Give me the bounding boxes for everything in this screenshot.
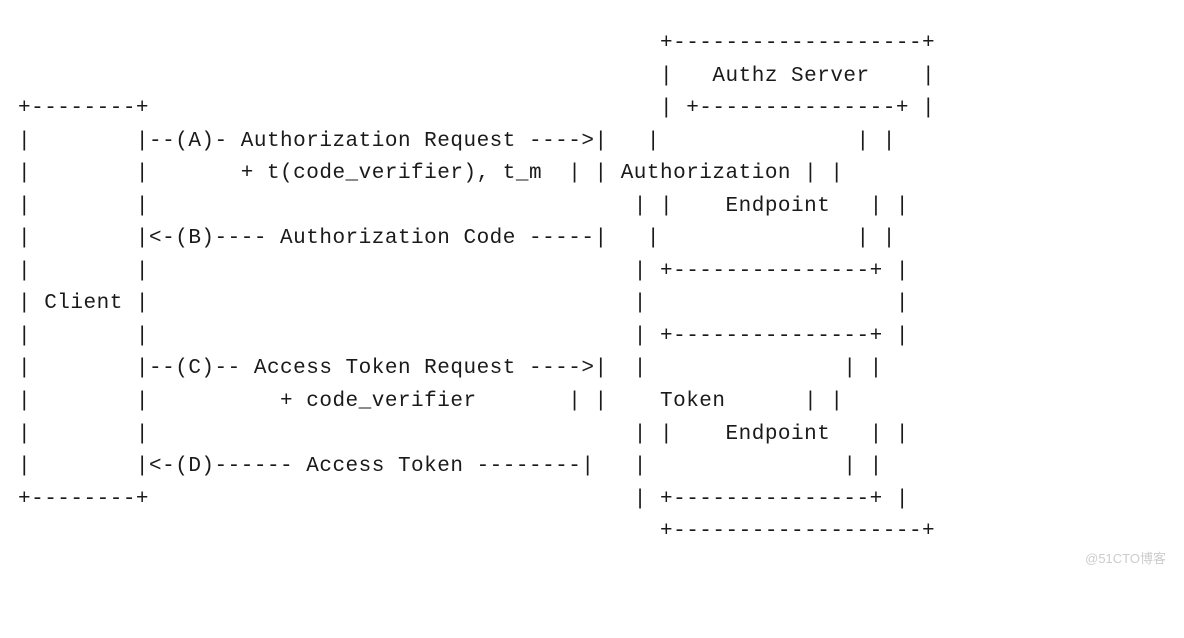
diagram-line: | |<-(D)------ Access Token --------| | … <box>18 455 883 478</box>
diagram-line: +-------------------+ <box>18 520 935 543</box>
diagram-line: | | | | Endpoint | | <box>18 195 909 218</box>
diagram-line: | | | +---------------+ | <box>18 325 909 348</box>
diagram-line: +--------+ | +---------------+ | <box>18 488 909 511</box>
diagram-line: | | + code_verifier | | Token | | <box>18 390 843 413</box>
diagram-line: +--------+ | +---------------+ | <box>18 97 935 120</box>
diagram-line: | | | +---------------+ | <box>18 260 909 283</box>
watermark-text: @51CTO博客 <box>1085 549 1166 569</box>
diagram-line: | | + t(code_verifier), t_m | | Authoriz… <box>18 162 843 185</box>
diagram-line: | Client | | | <box>18 292 909 315</box>
diagram-line: | | | | Endpoint | | <box>18 423 909 446</box>
diagram-line: | Authz Server | <box>18 65 935 88</box>
pkce-flow-diagram: +-------------------+ | Authz Server | +… <box>18 28 1166 549</box>
diagram-line: +-------------------+ <box>18 32 935 55</box>
diagram-line: | |--(A)- Authorization Request ---->| |… <box>18 130 896 153</box>
diagram-line: | |<-(B)---- Authorization Code -----| |… <box>18 227 896 250</box>
diagram-line: | |--(C)-- Access Token Request ---->| |… <box>18 357 883 380</box>
